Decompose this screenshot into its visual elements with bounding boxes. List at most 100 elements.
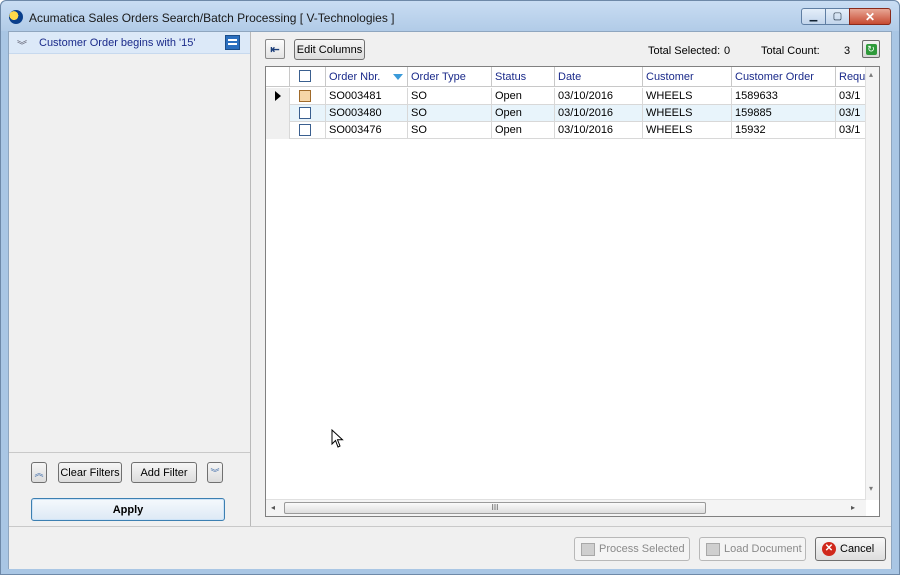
filter-item-label: Customer Order begins with '15' — [39, 37, 196, 49]
column-header-order-nbr[interactable]: Order Nbr. — [326, 67, 408, 87]
row-selector[interactable] — [266, 105, 290, 122]
window-controls: ▁ ▢ ✕ — [801, 8, 891, 25]
row-checkbox[interactable] — [299, 124, 311, 136]
order-nbr-cell[interactable]: SO003481 — [326, 88, 408, 105]
orders-grid: Order Nbr. Order Type Status Date Custom… — [265, 66, 880, 517]
column-header-requested[interactable]: Requ — [836, 67, 866, 87]
customer-cell[interactable]: WHEELS — [643, 122, 732, 139]
scroll-right-icon[interactable]: ▸ — [851, 503, 855, 512]
cancel-button[interactable]: ✕ Cancel — [815, 537, 886, 561]
maximize-button[interactable]: ▢ — [825, 8, 850, 25]
row-checkbox[interactable] — [299, 90, 311, 102]
table-row[interactable]: SO003480 SO Open 03/10/2016 WHEELS 15988… — [266, 105, 866, 122]
action-bar: Process Selected Load Document ✕ Cancel — [9, 526, 891, 569]
column-header-customer-order[interactable]: Customer Order — [732, 67, 836, 87]
customer-order-cell[interactable]: 1589633 — [732, 88, 836, 105]
customer-order-cell[interactable]: 15932 — [732, 122, 836, 139]
table-row[interactable]: SO003476 SO Open 03/10/2016 WHEELS 15932… — [266, 122, 866, 139]
load-document-label: Load Document — [724, 543, 802, 555]
chevron-down-icon: ︾ — [210, 468, 220, 478]
grid-header: Order Nbr. Order Type Status Date Custom… — [266, 67, 866, 87]
row-selector-header — [266, 67, 290, 87]
total-selected-label: Total Selected: — [648, 45, 721, 57]
table-row[interactable]: SO003481 SO Open 03/10/2016 WHEELS 15896… — [266, 88, 866, 105]
refresh-button[interactable]: ↻ — [862, 40, 880, 58]
window-title: Acumatica Sales Orders Search/Batch Proc… — [29, 11, 395, 25]
row-checkbox-cell[interactable] — [290, 105, 326, 122]
horizontal-scroll-thumb[interactable]: III — [284, 502, 706, 514]
date-cell[interactable]: 03/10/2016 — [555, 122, 643, 139]
date-cell[interactable]: 03/10/2016 — [555, 88, 643, 105]
select-all-header[interactable] — [290, 67, 326, 87]
chevron-down-icon[interactable]: ︾ — [17, 37, 27, 52]
column-header-status[interactable]: Status — [492, 67, 555, 87]
filter-item[interactable]: ︾ Customer Order begins with '15' — [9, 32, 250, 54]
client-area: ︾ Customer Order begins with '15' ︽ Clea… — [8, 31, 892, 569]
edit-columns-button[interactable]: Edit Columns — [294, 39, 365, 60]
divider — [9, 452, 250, 453]
order-type-cell[interactable]: SO — [408, 122, 492, 139]
row-selector[interactable] — [266, 88, 290, 105]
column-header-label: Order Nbr. — [329, 71, 381, 83]
scroll-grip-icon: III — [491, 503, 499, 512]
cancel-label: Cancel — [840, 543, 875, 555]
chevron-up-icon: ︽ — [34, 468, 44, 478]
close-button[interactable]: ✕ — [849, 8, 891, 25]
horizontal-scrollbar[interactable]: ◂ III ▸ — [266, 499, 866, 516]
move-filter-up-button[interactable]: ︽ — [31, 462, 47, 483]
column-header-customer[interactable]: Customer — [643, 67, 732, 87]
requested-date-cell[interactable]: 03/1 — [836, 122, 866, 139]
sort-descending-icon — [393, 74, 403, 80]
row-checkbox[interactable] — [299, 107, 311, 119]
select-all-checkbox[interactable] — [299, 70, 311, 82]
acumatica-logo-icon — [9, 10, 23, 24]
total-count-label: Total Count: — [761, 45, 820, 57]
customer-cell[interactable]: WHEELS — [643, 88, 732, 105]
filter-panel: ︾ Customer Order begins with '15' ︽ Clea… — [9, 32, 251, 526]
clear-filters-button[interactable]: Clear Filters — [58, 462, 122, 483]
date-cell[interactable]: 03/10/2016 — [555, 105, 643, 122]
order-nbr-cell[interactable]: SO003480 — [326, 105, 408, 122]
total-count-value: 3 — [844, 45, 851, 57]
close-icon: ✕ — [864, 9, 876, 24]
move-filter-down-button[interactable]: ︾ — [207, 462, 223, 483]
minimize-button[interactable]: ▁ — [801, 8, 826, 25]
vertical-scrollbar[interactable]: ▴ ▾ — [865, 67, 879, 500]
column-header-date[interactable]: Date — [555, 67, 643, 87]
collapse-left-icon: ⇤ — [270, 43, 280, 56]
status-cell[interactable]: Open — [492, 122, 555, 139]
title-bar[interactable]: Acumatica Sales Orders Search/Batch Proc… — [1, 1, 899, 31]
column-header-order-type[interactable]: Order Type — [408, 67, 492, 87]
row-checkbox-cell[interactable] — [290, 88, 326, 105]
filter-edit-icon[interactable] — [225, 35, 240, 50]
process-icon — [581, 542, 595, 556]
requested-date-cell[interactable]: 03/1 — [836, 105, 866, 122]
customer-order-cell[interactable]: 159885 — [732, 105, 836, 122]
scroll-up-icon[interactable]: ▴ — [869, 70, 873, 79]
app-window: Acumatica Sales Orders Search/Batch Proc… — [0, 0, 900, 575]
requested-date-cell[interactable]: 03/1 — [836, 88, 866, 105]
maximize-icon: ▢ — [832, 11, 843, 22]
load-document-button[interactable]: Load Document — [699, 537, 806, 561]
add-filter-button[interactable]: Add Filter — [131, 462, 197, 483]
order-nbr-cell[interactable]: SO003476 — [326, 122, 408, 139]
customer-cell[interactable]: WHEELS — [643, 105, 732, 122]
status-cell[interactable]: Open — [492, 88, 555, 105]
cancel-icon: ✕ — [822, 542, 836, 556]
process-selected-label: Process Selected — [599, 543, 685, 555]
refresh-icon: ↻ — [865, 43, 877, 55]
order-type-cell[interactable]: SO — [408, 88, 492, 105]
apply-button[interactable]: Apply — [31, 498, 225, 521]
minimize-icon: ▁ — [809, 11, 818, 22]
scroll-left-icon[interactable]: ◂ — [271, 503, 275, 512]
order-type-cell[interactable]: SO — [408, 105, 492, 122]
document-icon — [706, 542, 720, 556]
row-checkbox-cell[interactable] — [290, 122, 326, 139]
total-selected-value: 0 — [724, 45, 731, 57]
collapse-panel-button[interactable]: ⇤ — [265, 39, 285, 59]
scroll-down-icon[interactable]: ▾ — [869, 484, 873, 493]
row-selector[interactable] — [266, 122, 290, 139]
status-cell[interactable]: Open — [492, 105, 555, 122]
current-row-icon — [275, 91, 281, 101]
process-selected-button[interactable]: Process Selected — [574, 537, 690, 561]
